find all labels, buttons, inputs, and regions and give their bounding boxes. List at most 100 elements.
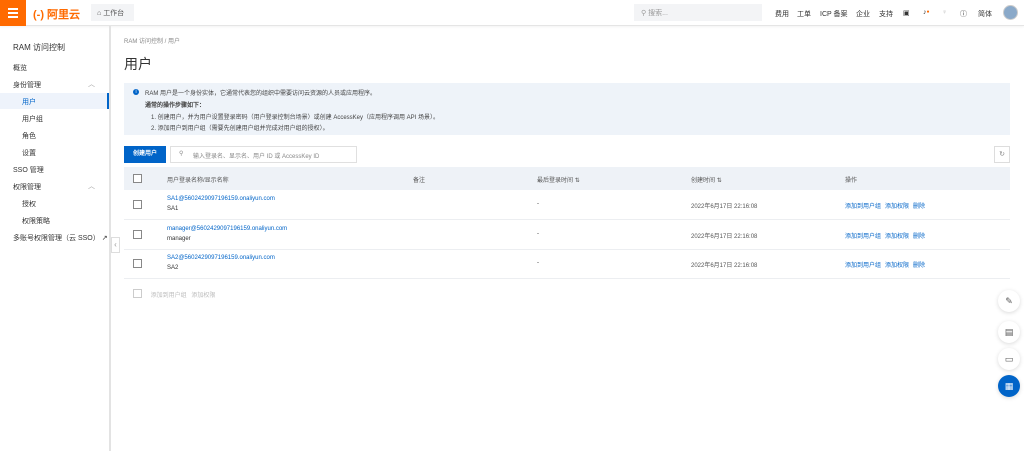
language-switch[interactable]: 简体 (978, 9, 992, 19)
sidebar-title: RAM 访问控制 (13, 43, 65, 52)
batch-select-checkbox[interactable] (133, 289, 142, 298)
batch-add-permission[interactable]: 添加权限 (191, 293, 215, 299)
terminal-icon[interactable]: ▣ (903, 9, 910, 17)
clipboard-icon[interactable]: ▤ (998, 321, 1020, 343)
created-time: 2022年6月17日 22:16:08 (691, 233, 758, 240)
sidebar: RAM 访问控制 概览 身份管理 ︿ 用户 用户组 角色 设置 SSO 管理 权限… (0, 26, 111, 451)
header-login: 用户登录名称/显示名称 (167, 178, 229, 184)
row-actions: 添加到用户组 添加权限 删除 (845, 231, 929, 240)
table-row: SA1@5602429097196159.onaliyun.com SA1 - … (124, 190, 1010, 220)
info-step: 2. 添加用户到用户组（需要先创建用户组并完成对用户组的授权）。 (151, 126, 329, 132)
nav-support[interactable]: 支持 (879, 9, 893, 19)
search-icon: ⚲ (179, 151, 184, 157)
sidebar-item-label: 设置 (22, 150, 36, 157)
delete-link[interactable]: 删除 (913, 204, 925, 210)
select-all-checkbox[interactable] (133, 174, 142, 183)
row-checkbox[interactable] (133, 259, 142, 268)
user-login-link[interactable]: SA2@5602429097196159.onaliyun.com (167, 255, 275, 261)
table-row: SA2@5602429097196159.onaliyun.com SA2 - … (124, 249, 1010, 279)
info-heading: 通常的操作步骤如下： (145, 103, 206, 109)
row-actions: 添加到用户组 添加权限 删除 (845, 260, 929, 269)
delete-link[interactable]: 删除 (913, 263, 925, 269)
info-banner: i RAM 用户是一个身份实体，它通常代表您的组织中需要访问云资源的人员或应用程… (124, 83, 1010, 135)
workspace-label: 工作台 (103, 10, 125, 17)
aliyun-logo[interactable]: (-) 阿里云 (33, 6, 80, 22)
header-actions: 操作 (845, 178, 858, 184)
sidebar-item-users[interactable]: 用户 (0, 93, 109, 109)
sidebar-item-policies[interactable]: 权限策略 (0, 212, 109, 228)
sidebar-item-identity[interactable]: 身份管理 ︿ (0, 76, 109, 92)
sidebar-item-cloud-sso[interactable]: 多账号权限管理（云 SSO） ↗ (0, 229, 109, 245)
info-text: RAM 用户是一个身份实体，它通常代表您的组织中需要访问云资源的人员或应用程序。 (145, 91, 377, 97)
nav-enterprise[interactable]: 企业 (856, 9, 870, 19)
chevron-up-icon: ︿ (88, 81, 95, 88)
delete-link[interactable]: 删除 (913, 234, 925, 240)
sidebar-item-permissions[interactable]: 权限管理 ︿ (0, 178, 109, 194)
header-last-login[interactable]: 最后登录时间 ⇅ (537, 175, 580, 184)
apps-icon[interactable]: ▦ (998, 375, 1020, 397)
sidebar-item-sso[interactable]: SSO 管理 (0, 161, 109, 177)
menu-button[interactable] (0, 0, 26, 26)
row-checkbox[interactable] (133, 229, 142, 239)
edit-icon[interactable]: ✎ (998, 290, 1020, 312)
bell-icon[interactable]: ♪● (923, 9, 930, 16)
sidebar-item-label: 授权 (22, 201, 36, 208)
batch-actions: 添加到用户组 添加权限 (124, 288, 215, 299)
sidebar-item-label: SSO 管理 (13, 167, 44, 174)
header-label: 创建时间 (691, 178, 716, 184)
chevron-up-icon: ︿ (88, 183, 95, 190)
add-permission-link[interactable]: 添加权限 (885, 204, 909, 210)
header-label: 最后登录时间 (537, 178, 574, 184)
lightbulb-icon[interactable]: ♀ (942, 9, 947, 16)
sort-icon: ⇅ (716, 178, 722, 184)
breadcrumb-users: 用户 (168, 39, 181, 45)
header-note: 备注 (413, 178, 426, 184)
page-title: 用户 (124, 56, 152, 72)
sidebar-item-roles[interactable]: 角色 (0, 127, 109, 143)
created-time: 2022年6月17日 22:16:08 (691, 263, 758, 269)
sort-icon: ⇅ (574, 178, 580, 184)
add-to-group-link[interactable]: 添加到用户组 (845, 234, 881, 240)
external-link-icon: ↗ (101, 235, 108, 242)
search-placeholder: 输入登录名、显示名、用户 ID 或 AccessKey ID (193, 154, 320, 160)
sidebar-item-label: 用户组 (22, 116, 43, 123)
nav-billing[interactable]: 费用 (775, 9, 789, 19)
feedback-icon[interactable]: ▭ (998, 348, 1020, 370)
header-created[interactable]: 创建时间 ⇅ (691, 175, 722, 184)
global-search-input[interactable]: ⚲ 搜索... (634, 4, 762, 21)
nav-ticket[interactable]: 工单 (797, 9, 811, 19)
sidebar-item-label: 权限管理 (13, 184, 41, 191)
sidebar-item-label: 多账号权限管理（云 SSO） (13, 235, 100, 242)
search-placeholder: 搜索... (648, 10, 668, 17)
user-display-name: manager (167, 235, 191, 242)
user-login-link[interactable]: SA1@5602429097196159.onaliyun.com (167, 196, 275, 202)
add-to-group-link[interactable]: 添加到用户组 (845, 263, 881, 269)
add-to-group-link[interactable]: 添加到用户组 (845, 204, 881, 210)
collapse-sidebar-button[interactable]: ‹ (111, 237, 120, 253)
created-time: 2022年6月17日 22:16:08 (691, 204, 758, 210)
refresh-button[interactable]: ↻ (994, 146, 1010, 163)
user-display-name: SA2 (167, 265, 179, 271)
help-icon[interactable]: ⓘ (960, 9, 967, 19)
last-login-time: - (537, 201, 539, 207)
row-checkbox[interactable] (133, 200, 142, 209)
avatar[interactable] (1003, 5, 1018, 20)
user-login-link[interactable]: manager@5602429097196159.onaliyun.com (167, 226, 287, 232)
sidebar-item-groups[interactable]: 用户组 (0, 110, 109, 126)
create-user-button[interactable]: 创建用户 (124, 146, 166, 163)
add-permission-link[interactable]: 添加权限 (885, 263, 909, 269)
info-icon: i (133, 89, 139, 95)
nav-icp[interactable]: ICP 备案 (820, 9, 848, 19)
user-search-input[interactable]: ⚲ 输入登录名、显示名、用户 ID 或 AccessKey ID (170, 146, 357, 163)
sidebar-item-settings[interactable]: 设置 (0, 144, 109, 160)
sidebar-item-label: 权限策略 (22, 218, 50, 225)
last-login-time: - (537, 260, 539, 266)
batch-add-to-group[interactable]: 添加到用户组 (151, 293, 187, 299)
table-header: 用户登录名称/显示名称 备注 最后登录时间 ⇅ 创建时间 ⇅ 操作 (124, 167, 1010, 190)
workspace-button[interactable]: ⌂ 工作台 (91, 4, 134, 21)
add-permission-link[interactable]: 添加权限 (885, 234, 909, 240)
table-row: manager@5602429097196159.onaliyun.com ma… (124, 220, 1010, 250)
sidebar-item-overview[interactable]: 概览 (0, 59, 109, 75)
sidebar-item-grants[interactable]: 授权 (0, 195, 109, 211)
breadcrumb-ram[interactable]: RAM 访问控制 (124, 39, 163, 45)
